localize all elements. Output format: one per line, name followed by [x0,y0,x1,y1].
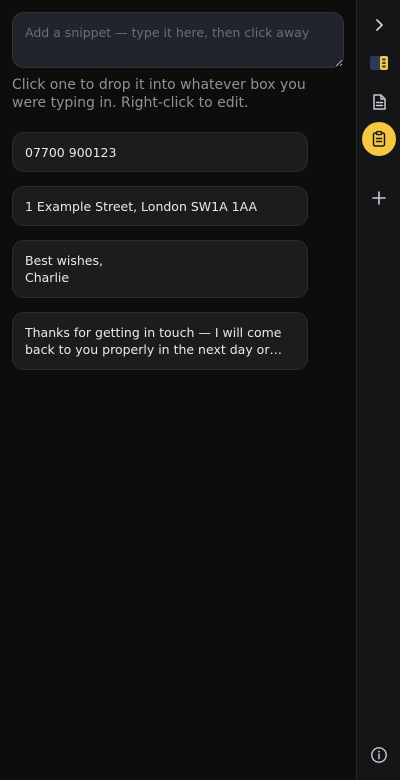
add-button[interactable] [362,181,396,215]
clipboard-icon [372,130,385,147]
snippet-reply[interactable]: Thanks for getting in touch — I will com… [12,312,308,370]
plus-icon [371,191,386,205]
notes-button[interactable] [362,85,396,119]
panel-toggle-button[interactable] [362,46,396,80]
snippet-text: 07700 900123 [25,144,117,160]
snippet-signoff[interactable]: Best wishes, Charlie [12,240,308,298]
chevron-right-icon [375,19,383,31]
snippet-text: Thanks for getting in touch — I will com… [25,325,282,357]
info-button[interactable] [362,738,396,772]
snippets-panel: Click one to drop it into whatever box y… [0,0,356,780]
snippets-app: Click one to drop it into whatever box y… [0,0,400,780]
snippet-text: 1 Example Street, London SW1A 1AA [25,198,258,214]
usage-hint: Click one to drop it into whatever box y… [12,77,306,111]
collapse-button[interactable] [362,8,396,42]
split-panel-icon [369,56,388,70]
info-icon [370,747,387,763]
snippet-text: Best wishes, Charlie [25,253,103,285]
document-icon [372,94,386,110]
snippet-phone[interactable]: 07700 900123 [12,132,308,172]
snippet-list: 07700 900123 1 Example Street, London SW… [12,132,308,384]
snippets-button[interactable] [361,122,396,156]
add-snippet-input[interactable] [12,12,344,68]
snippet-address[interactable]: 1 Example Street, London SW1A 1AA [12,186,308,226]
side-rail [356,0,400,780]
